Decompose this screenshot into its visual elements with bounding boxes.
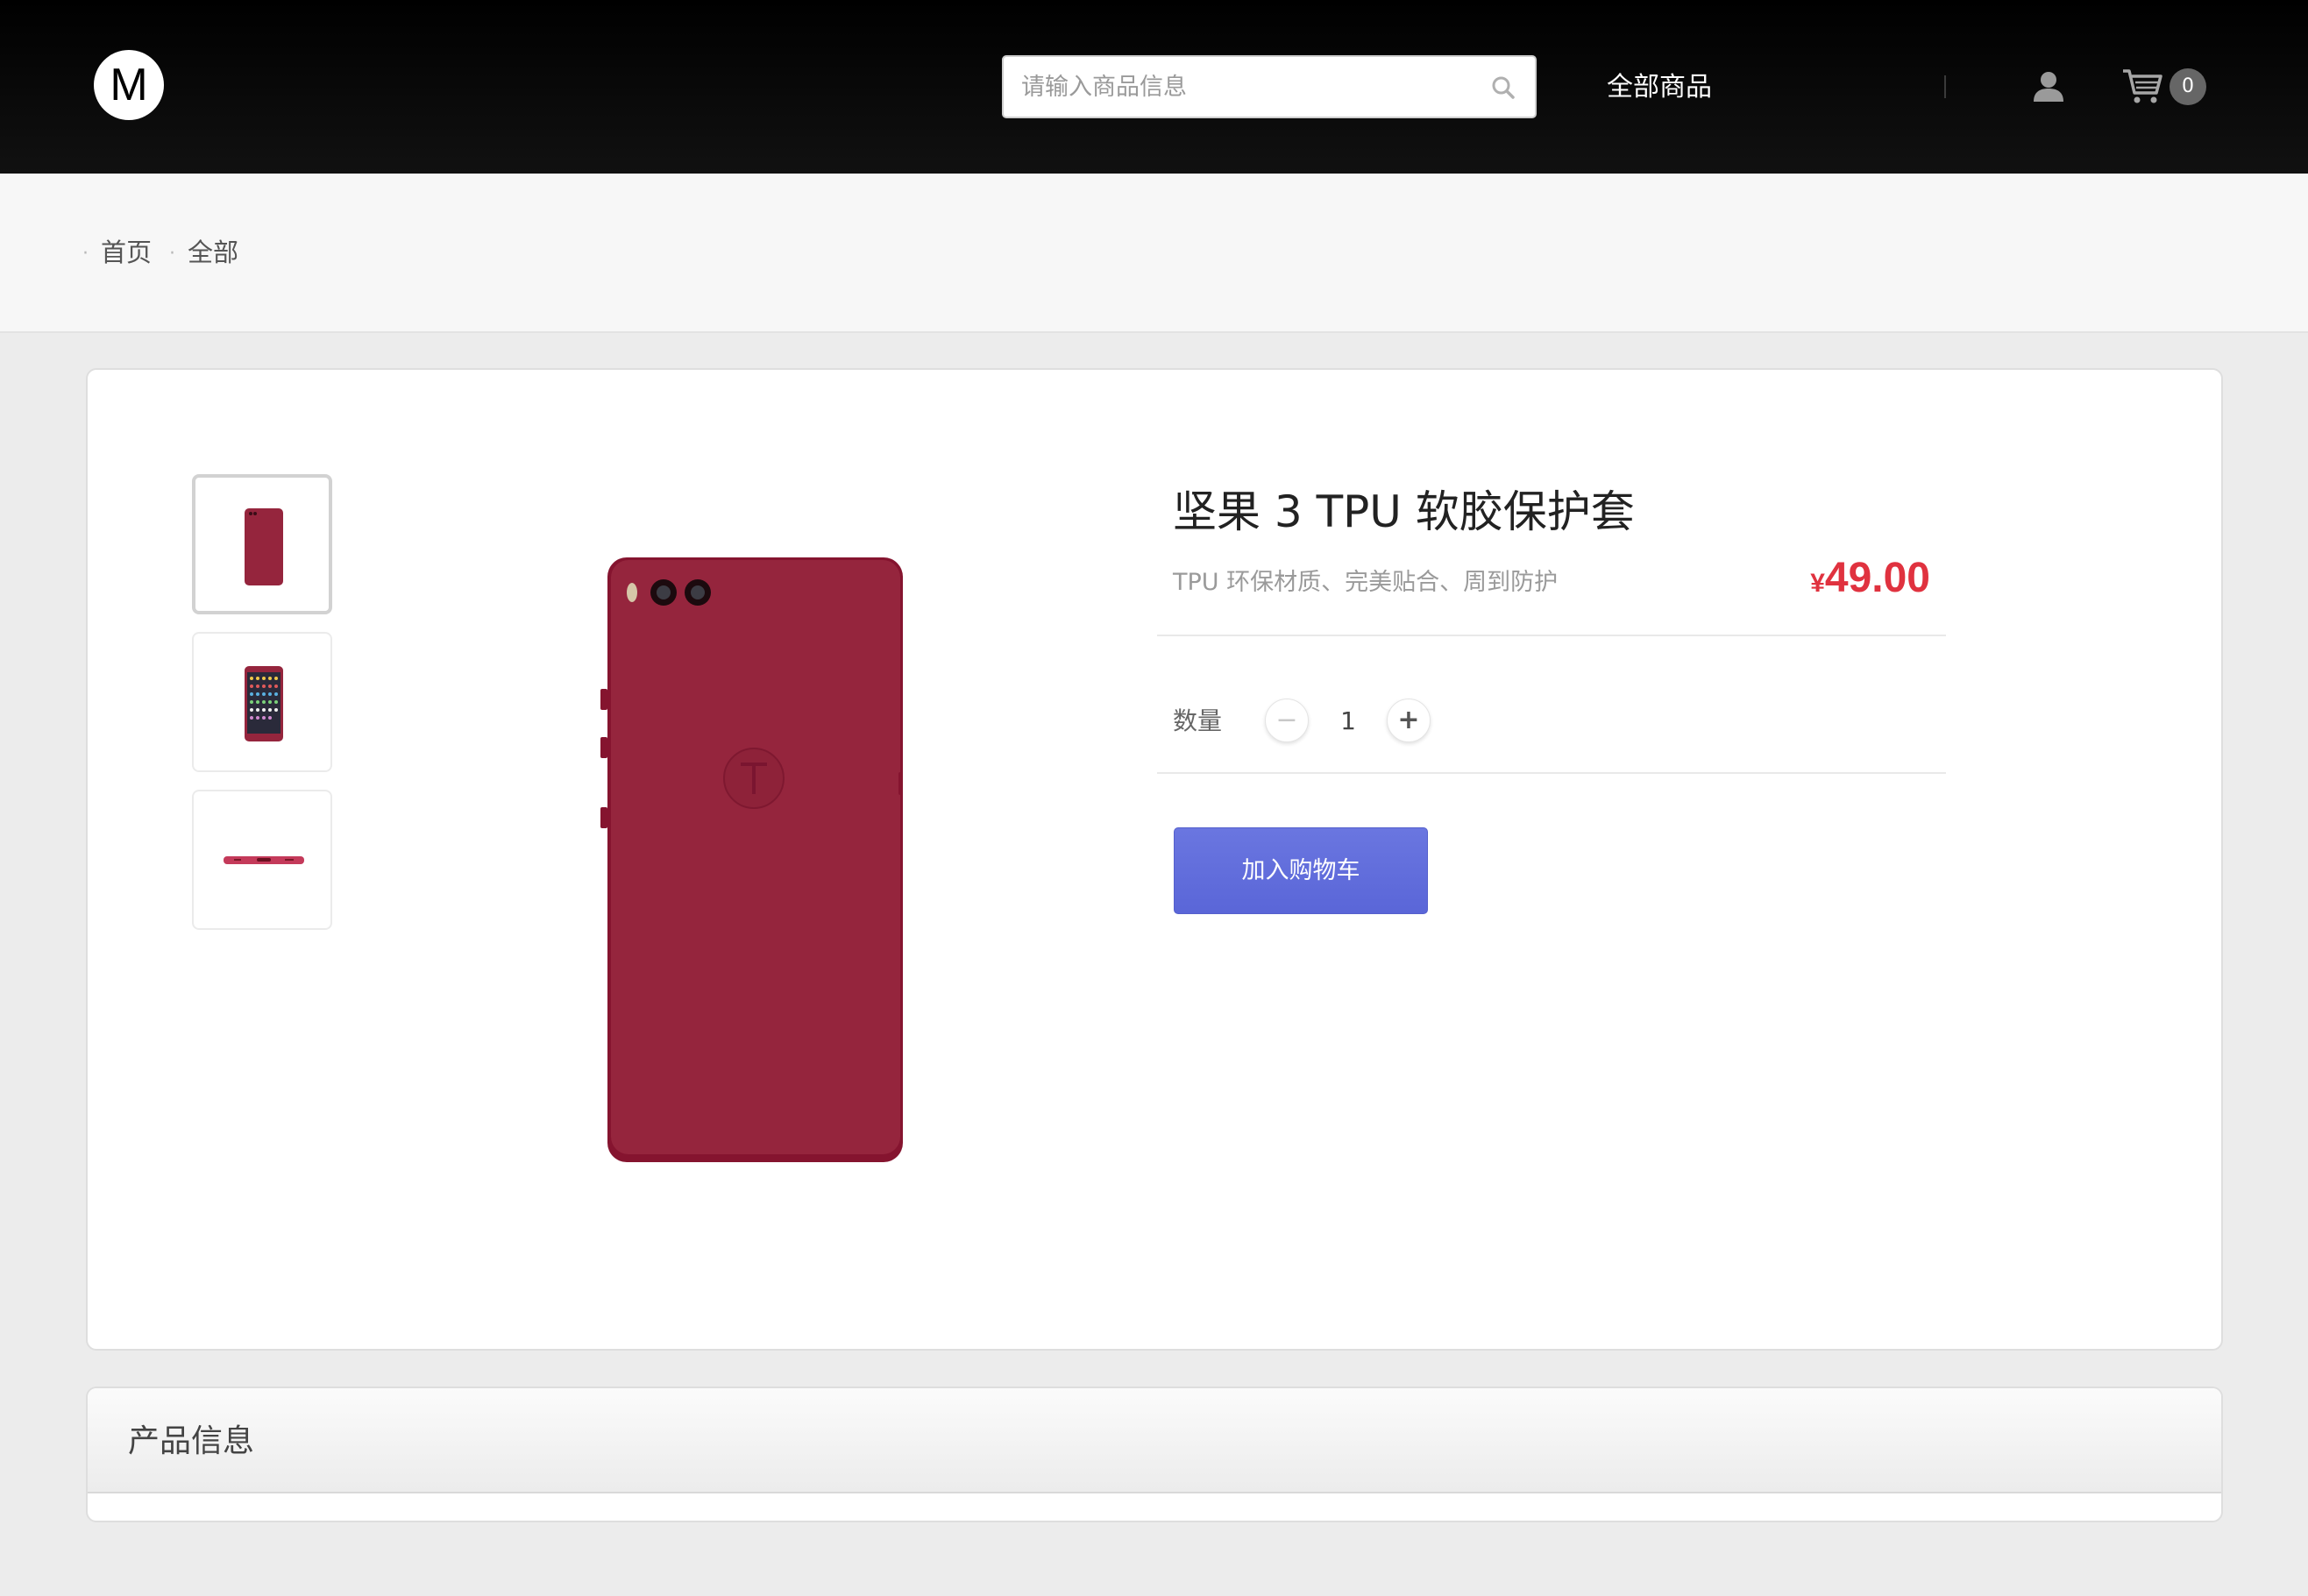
product-main-image (600, 557, 903, 1162)
top-header: M 全部商品 0 (0, 0, 2308, 174)
search-input[interactable] (1004, 57, 1477, 117)
divider-bottom (1157, 772, 1946, 774)
add-to-cart-button[interactable]: 加入购物车 (1174, 827, 1428, 914)
breadcrumb-all[interactable]: 全部 (188, 235, 238, 270)
breadcrumb-home[interactable]: 首页 (101, 235, 152, 270)
product-title: 坚果 3 TPU 软胶保护套 (1173, 486, 1635, 537)
quantity-label: 数量 (1173, 706, 1223, 735)
thumbnail-side[interactable] (192, 790, 332, 930)
nav-all-products[interactable]: 全部商品 (1607, 70, 1712, 105)
cart-count-badge[interactable]: 0 (2170, 68, 2206, 105)
breadcrumb: · 首页 · 全部 (82, 235, 238, 272)
search-box (1002, 55, 1537, 118)
quantity-value[interactable]: 1 (1329, 704, 1367, 739)
thumbnail-front[interactable] (192, 632, 332, 772)
product-info-panel: 产品信息 (86, 1387, 2223, 1522)
quantity-increase-button[interactable]: + (1387, 699, 1431, 742)
nav-divider (1944, 75, 1946, 98)
phone-side-thumbnail-image (224, 856, 304, 864)
price-currency: ¥ (1810, 569, 1825, 598)
quantity-decrease-button[interactable]: − (1265, 699, 1309, 742)
thumbnail-back[interactable] (192, 474, 332, 614)
cart-icon[interactable] (2121, 67, 2163, 105)
divider-top (1157, 635, 1946, 636)
price-value: 49.00 (1824, 555, 1930, 601)
product-info-header: 产品信息 (88, 1388, 2221, 1493)
product-price: ¥49.00 (1788, 554, 1930, 602)
breadcrumb-bar (0, 174, 2308, 333)
breadcrumb-separator: · (169, 243, 176, 265)
search-icon[interactable] (1491, 75, 1516, 100)
product-panel (86, 368, 2223, 1351)
product-info-title: 产品信息 (128, 1423, 255, 1459)
breadcrumb-separator: · (82, 243, 89, 265)
site-logo[interactable]: M (94, 50, 164, 120)
phone-back-thumbnail-image (245, 508, 283, 585)
user-icon[interactable] (2032, 70, 2065, 103)
phone-front-thumbnail-image (245, 666, 283, 741)
product-subtitle: TPU 环保材质、完美贴合、周到防护 (1173, 569, 1559, 596)
